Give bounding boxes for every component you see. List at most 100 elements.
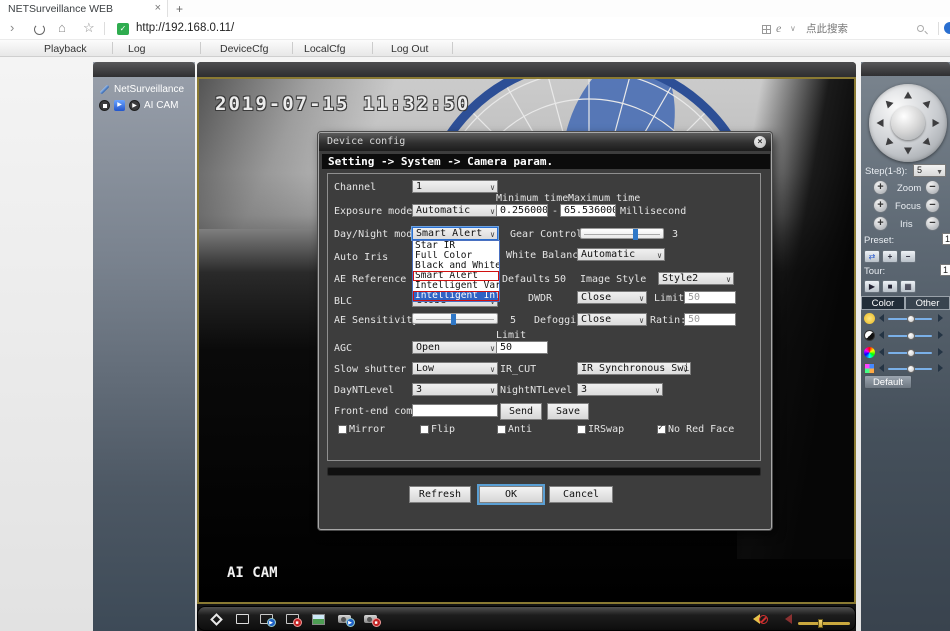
ptz-downleft-arrow[interactable] bbox=[883, 137, 894, 148]
focus-out-button[interactable]: − bbox=[925, 198, 940, 213]
ptz-upright-arrow[interactable] bbox=[922, 98, 933, 109]
step-select[interactable]: 5▼ bbox=[913, 164, 946, 177]
nightnt-select[interactable]: 3∨ bbox=[577, 383, 663, 396]
browser-logo-icon[interactable] bbox=[944, 22, 950, 34]
agc-limit-input[interactable]: 50 bbox=[496, 341, 548, 354]
nav-localcfg[interactable]: LocalCfg bbox=[304, 43, 345, 55]
gear-control-handle[interactable] bbox=[633, 229, 638, 240]
cancel-button[interactable]: Cancel bbox=[549, 486, 613, 503]
single-window-button[interactable] bbox=[232, 611, 252, 627]
ae-sensitivity-handle[interactable] bbox=[451, 314, 456, 325]
url-text[interactable]: http://192.168.0.11/ bbox=[136, 22, 234, 34]
mirror-checkbox[interactable]: Mirror bbox=[338, 424, 385, 435]
volume-slider-handle[interactable] bbox=[818, 619, 823, 628]
flip-checkbox[interactable]: Flip bbox=[420, 424, 455, 435]
dwdr-select[interactable]: Close∨ bbox=[577, 291, 647, 304]
stop-stream-icon[interactable] bbox=[99, 100, 110, 111]
zoom-in-button[interactable]: + bbox=[873, 180, 888, 195]
tour-input[interactable]: 1 bbox=[940, 264, 950, 276]
refresh-icon[interactable] bbox=[34, 24, 45, 35]
fullscreen-button[interactable] bbox=[206, 611, 226, 627]
tree-camera[interactable]: ▶ ▶ AI CAM bbox=[99, 100, 178, 111]
saturation-right-arrow[interactable] bbox=[938, 348, 943, 356]
tab-other[interactable]: Other bbox=[905, 296, 950, 310]
contrast-left-arrow[interactable] bbox=[879, 331, 884, 339]
saturation-left-arrow[interactable] bbox=[879, 348, 884, 356]
preset-del-button[interactable]: − bbox=[900, 250, 916, 263]
ok-button[interactable]: OK bbox=[479, 486, 543, 503]
default-button[interactable]: Default bbox=[864, 375, 912, 389]
ie-mode-icon[interactable]: e bbox=[776, 21, 781, 36]
audio-button[interactable] bbox=[778, 611, 798, 627]
channel-select[interactable]: 1∨ bbox=[412, 180, 498, 193]
white-balance-select[interactable]: Automatic∨ bbox=[577, 248, 665, 261]
hue-left-arrow[interactable] bbox=[879, 364, 884, 372]
ptz-downright-arrow[interactable] bbox=[922, 137, 933, 148]
preset-add-button[interactable]: + bbox=[882, 250, 898, 263]
irswap-checkbox[interactable]: IRSwap bbox=[577, 424, 624, 435]
contrast-right-arrow[interactable] bbox=[938, 331, 943, 339]
min-time-input[interactable]: 0.256000 bbox=[496, 204, 548, 217]
back-icon[interactable]: › bbox=[10, 21, 14, 35]
preset-goto-button[interactable]: ⇄ bbox=[864, 250, 880, 263]
snapshot-button[interactable] bbox=[308, 611, 328, 627]
tab-color[interactable]: Color bbox=[861, 296, 905, 310]
talk-mute-button[interactable] bbox=[746, 611, 766, 627]
preset-input[interactable]: 1 bbox=[942, 233, 950, 245]
play-sub-stream-icon[interactable]: ▶ bbox=[129, 100, 140, 111]
brightness-right-arrow[interactable] bbox=[938, 314, 943, 322]
star-icon[interactable]: ☆ bbox=[83, 21, 95, 35]
agc-select[interactable]: Open∨ bbox=[412, 341, 498, 354]
slow-shutter-select[interactable]: Low∨ bbox=[412, 362, 498, 375]
image-style-select[interactable]: Style2∨ bbox=[658, 272, 734, 285]
exposure-select[interactable]: Automatic∨ bbox=[412, 204, 498, 217]
contrast-slider[interactable] bbox=[888, 335, 932, 337]
brightness-slider[interactable] bbox=[888, 318, 932, 320]
new-tab-button[interactable]: + bbox=[176, 2, 183, 16]
home-icon[interactable]: ⌂ bbox=[58, 21, 66, 35]
ptz-left-arrow[interactable] bbox=[877, 119, 884, 127]
gear-control-slider[interactable] bbox=[580, 228, 664, 239]
dropdown-option[interactable]: Full Color bbox=[413, 251, 499, 261]
zoom-out-button[interactable]: − bbox=[925, 180, 940, 195]
ptz-up-arrow[interactable] bbox=[904, 92, 912, 99]
search-input[interactable] bbox=[806, 20, 918, 37]
saturation-slider[interactable] bbox=[888, 352, 932, 354]
ptz-center-knob[interactable] bbox=[891, 106, 925, 140]
dropdown-option-smart-alert[interactable]: Smart Alert bbox=[413, 271, 499, 281]
hue-slider[interactable] bbox=[888, 368, 932, 370]
frontend-input[interactable] bbox=[412, 404, 498, 417]
stop-record-button[interactable]: ■ bbox=[360, 611, 380, 627]
tour-start-button[interactable]: ▶ bbox=[864, 280, 880, 293]
play-main-stream-icon[interactable]: ▶ bbox=[114, 100, 125, 111]
start-record-button[interactable]: ▶ bbox=[334, 611, 354, 627]
refresh-button[interactable]: Refresh bbox=[409, 486, 471, 503]
no-red-face-checkbox[interactable]: ✓No Red Face bbox=[657, 424, 734, 435]
tab-close-icon[interactable]: × bbox=[155, 2, 161, 14]
tour-stop-button[interactable]: ■ bbox=[882, 280, 898, 293]
dwdr-limit-input[interactable]: 50 bbox=[684, 291, 736, 304]
send-button[interactable]: Send bbox=[500, 403, 542, 420]
iris-open-button[interactable]: + bbox=[873, 216, 888, 231]
ptz-right-arrow[interactable] bbox=[933, 119, 940, 127]
focus-in-button[interactable]: + bbox=[873, 198, 888, 213]
ptz-pad[interactable] bbox=[869, 84, 947, 162]
save-button[interactable]: Save bbox=[547, 403, 589, 420]
brightness-knob[interactable] bbox=[907, 315, 915, 323]
open-all-video-button[interactable]: ▶ bbox=[256, 611, 276, 627]
ptz-down-arrow[interactable] bbox=[904, 148, 912, 155]
nav-devicecfg[interactable]: DeviceCfg bbox=[220, 43, 268, 55]
ratio-input[interactable]: 50 bbox=[684, 313, 736, 326]
site-safety-shield-icon[interactable]: ✓ bbox=[117, 23, 129, 35]
tree-root[interactable]: NetSurveillance bbox=[99, 84, 184, 95]
dropdown-option[interactable]: Black and White bbox=[413, 261, 499, 271]
dropdown-option[interactable]: Star IR bbox=[413, 241, 499, 251]
max-time-input[interactable]: 65.536000 bbox=[560, 204, 616, 217]
ae-sensitivity-slider[interactable] bbox=[412, 313, 498, 324]
ircut-select[interactable]: IR Synchronous Switcl∨ bbox=[577, 362, 691, 375]
nav-playback[interactable]: Playback bbox=[44, 43, 87, 55]
dropdown-option[interactable]: Intelligent Vari bbox=[413, 281, 499, 291]
ptz-upleft-arrow[interactable] bbox=[883, 98, 894, 109]
search-icon[interactable] bbox=[917, 25, 924, 32]
daynt-select[interactable]: 3∨ bbox=[412, 383, 498, 396]
